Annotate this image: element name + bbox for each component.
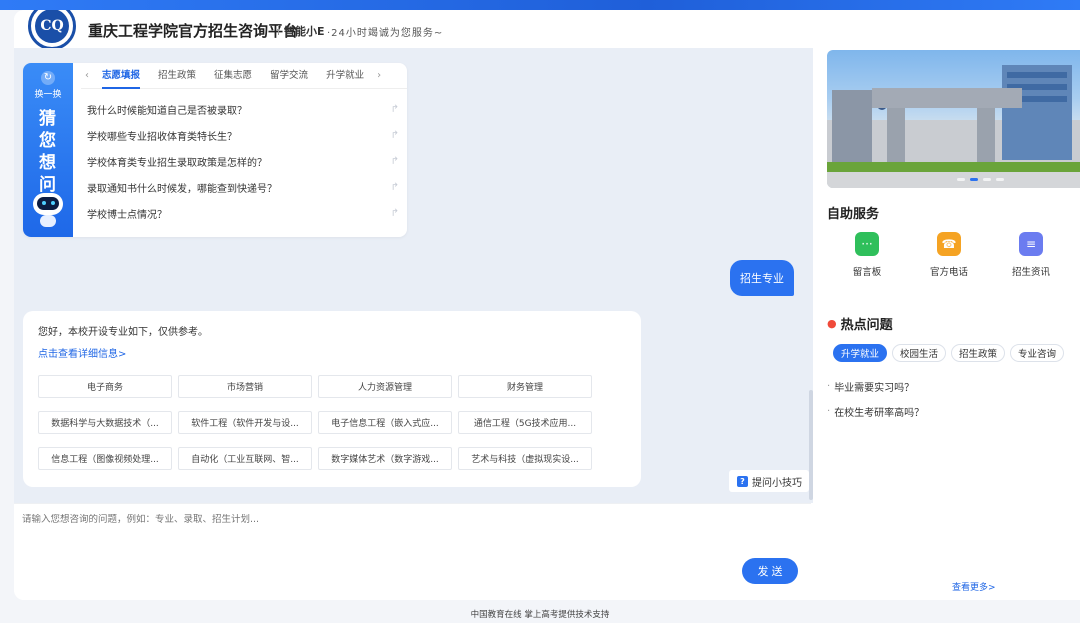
service-label: 留言板 [852,267,882,278]
service-official-phone[interactable]: ☎ 官方电话 [911,232,987,278]
header: CQ 重庆工程学院官方招生咨询平台 智能小E ·24小时竭诚为您服务~ [14,10,814,50]
carousel-dot[interactable] [970,178,978,181]
chevron-left-icon[interactable]: ‹ [81,70,93,81]
guess-you-ask-card: ↻ 换一换 猜 您 想 问 ‹ 志愿填报 招生政策 征集志愿 留学交流 升学就业… [23,63,407,237]
hot-questions-title: 热点问题 [840,318,893,333]
answer-intro: 您好，本校开设专业如下，仅供参考。 [38,327,208,338]
fire-icon: ● [827,317,837,330]
list-item[interactable]: 毕业需要实习吗？ [827,374,924,399]
question-input[interactable] [22,514,722,525]
majors-grid: 电子商务 市场营销 人力资源管理 财务管理 数据科学与大数据技术（... 软件工… [38,375,598,470]
send-arrow-icon: ↱ [390,129,399,141]
hot-questions-header: ● 热点问题 [827,314,893,333]
user-message-bubble: 招生专业 [730,260,794,296]
phone-icon: ☎ [937,232,961,256]
major-item[interactable]: 电子信息工程（嵌入式应... [318,411,452,434]
major-item[interactable]: 通信工程（5G技术应用... [458,411,592,434]
input-area: 发 送 [14,503,811,600]
list-item[interactable]: 在校生考研率高吗？ [827,399,924,424]
detail-link[interactable]: 点击查看详细信息> [38,345,126,360]
app-window: CQ 重庆工程学院官方招生咨询平台 智能小E ·24小时竭诚为您服务~ ↻ 换一… [14,10,1080,600]
message-board-icon: ··· [855,232,879,256]
guess-char: 想 [39,153,57,173]
tab-shengxue[interactable]: 升学就业 [317,63,373,89]
tab-zhiyuan[interactable]: 志愿填报 [93,63,149,89]
question-tips-button[interactable]: ? 提问小技巧 [729,470,809,492]
service-admission-news[interactable]: ≡ 招生资讯 [993,232,1069,278]
tab-zhengji[interactable]: 征集志愿 [205,63,261,89]
major-item[interactable]: 市场营销 [178,375,312,398]
service-message-board[interactable]: ··· 留言板 [829,232,905,278]
bot-name: 智能小E [284,25,325,38]
guess-question-list: 我什么时候能知道自己是否被录取？ ↱ 学校哪些专业招收体育类特长生？ ↱ 学校体育类… [87,96,399,226]
list-item[interactable]: 学校博士点情况？ ↱ [87,200,399,226]
school-logo: CQ [28,10,76,50]
service-label: 招生资讯 [1011,267,1050,278]
logo-emblem: CQ [35,10,69,43]
guess-char: 猜 [39,109,57,129]
major-item[interactable]: 软件工程（软件开发与设... [178,411,312,434]
send-arrow-icon: ↱ [390,103,399,115]
tab-zhaosheng[interactable]: 招生政策 [149,63,205,89]
major-item[interactable]: 人力资源管理 [318,375,452,398]
chevron-right-icon[interactable]: › [373,70,385,81]
hot-tab-policy[interactable]: 招生政策 [951,344,1006,362]
major-item[interactable]: 自动化（工业互联网、智... [178,447,312,470]
send-arrow-icon: ↱ [390,207,399,219]
news-icon: ≡ [1019,232,1043,256]
carousel-dot[interactable] [983,178,991,181]
major-item[interactable]: 数字媒体艺术（数字游戏... [318,447,452,470]
refresh-icon[interactable]: ↻ [41,71,55,85]
hot-tab-shengxue[interactable]: 升学就业 [833,344,888,362]
self-service-title: 自助服务 [827,207,880,222]
send-button[interactable]: 发 送 [742,558,798,584]
carousel-dot[interactable] [996,178,1004,181]
hot-tab-major[interactable]: 专业咨询 [1010,344,1065,362]
campus-gate-image [827,65,1080,188]
tab-liuxue[interactable]: 留学交流 [261,63,317,89]
hot-question-list: 毕业需要实习吗？ 在校生考研率高吗？ [827,374,924,424]
chat-area[interactable]: ↻ 换一换 猜 您 想 问 ‹ 志愿填报 招生政策 征集志愿 留学交流 升学就业… [14,48,811,503]
right-panel: 自助服务 ··· 留言板 ☎ 官方电话 ≡ 招生资讯 ● 热点问题 升学就业 校… [813,10,1080,600]
major-item[interactable]: 电子商务 [38,375,172,398]
guess-tabs: ‹ 志愿填报 招生政策 征集志愿 留学交流 升学就业 › [81,63,407,89]
self-service-list: ··· 留言板 ☎ 官方电话 ≡ 招生资讯 [829,232,1069,278]
major-item[interactable]: 艺术与科技（虚拟现实设... [458,447,592,470]
refresh-button[interactable]: 换一换 [23,87,73,100]
list-item[interactable]: 录取通知书什么时候发，哪能查到快递号？ ↱ [87,174,399,200]
tips-label: 提问小技巧 [752,477,802,489]
guess-char: 问 [39,175,57,195]
slogan: ·24小时竭诚为您服务~ [327,28,444,39]
list-item[interactable]: 学校体育类专业招生录取政策是怎样的？ ↱ [87,148,399,174]
list-item[interactable]: 我什么时候能知道自己是否被录取？ ↱ [87,96,399,122]
service-label: 官方电话 [929,267,968,278]
major-item[interactable]: 信息工程（图像视频处理... [38,447,172,470]
top-band [0,0,1080,10]
hot-tab-campus[interactable]: 校园生活 [892,344,947,362]
bot-answer-card: 您好，本校开设专业如下，仅供参考。 点击查看详细信息> 电子商务 市场营销 人力… [23,311,641,487]
guess-side-panel: ↻ 换一换 猜 您 想 问 [23,63,73,237]
hot-tabs: 升学就业 校园生活 招生政策 专业咨询 [833,344,1080,362]
title-divider [278,25,279,35]
list-item[interactable]: 学校哪些专业招收体育类特长生？ ↱ [87,122,399,148]
send-arrow-icon: ↱ [390,181,399,193]
guess-char: 您 [39,131,57,151]
carousel-dots [957,178,1004,181]
send-arrow-icon: ↱ [390,155,399,167]
footer-credit: 中国教育在线 掌上高考提供技术支持 [470,610,610,620]
major-item[interactable]: 数据科学与大数据技术（... [38,411,172,434]
campus-banner-carousel[interactable] [827,50,1080,188]
see-more-link[interactable]: 查看更多> [952,580,996,593]
carousel-dot[interactable] [957,178,965,181]
question-icon: ? [737,475,748,487]
major-item[interactable]: 财务管理 [458,375,592,398]
guess-title: 猜 您 想 问 [23,108,73,196]
site-title: 重庆工程学院官方招生咨询平台 [88,22,299,40]
robot-mascot-icon [31,193,65,229]
